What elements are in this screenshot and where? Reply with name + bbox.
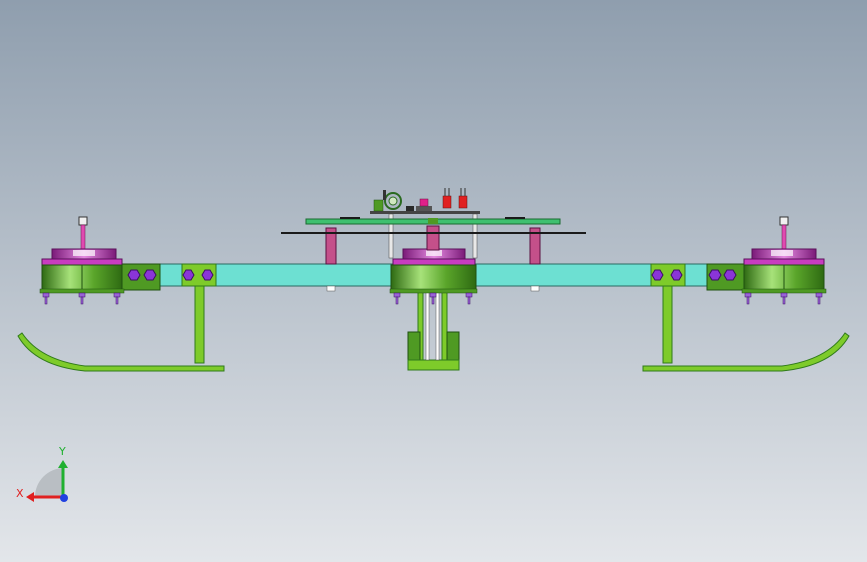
right-outer-clamp[interactable] bbox=[706, 263, 746, 291]
bottom-deck-plate[interactable] bbox=[281, 232, 586, 234]
hex-bolt-icon bbox=[723, 269, 737, 281]
hex-bolt-icon bbox=[670, 269, 683, 281]
left-outer-clamp[interactable] bbox=[121, 263, 161, 291]
cad-viewport[interactable]: X Y bbox=[0, 0, 867, 562]
y-axis-label: Y bbox=[58, 445, 66, 458]
hex-bolt-icon bbox=[708, 269, 722, 281]
hex-bolt-icon bbox=[182, 269, 195, 281]
hex-bolt-icon bbox=[143, 269, 157, 281]
hex-bolt-icon bbox=[651, 269, 664, 281]
right-inner-clamp[interactable] bbox=[650, 263, 686, 287]
hex-bolt-icon bbox=[127, 269, 141, 281]
right-skid-strut bbox=[662, 284, 673, 364]
x-axis-label: X bbox=[16, 487, 24, 500]
left-skid-strut bbox=[194, 284, 205, 364]
hex-bolt-icon bbox=[201, 269, 214, 281]
left-inner-clamp[interactable] bbox=[181, 263, 217, 287]
spacer bbox=[530, 285, 540, 292]
spacer bbox=[326, 285, 336, 292]
model-canvas[interactable]: X Y bbox=[0, 0, 867, 562]
z-axis-dot-icon bbox=[60, 494, 68, 502]
